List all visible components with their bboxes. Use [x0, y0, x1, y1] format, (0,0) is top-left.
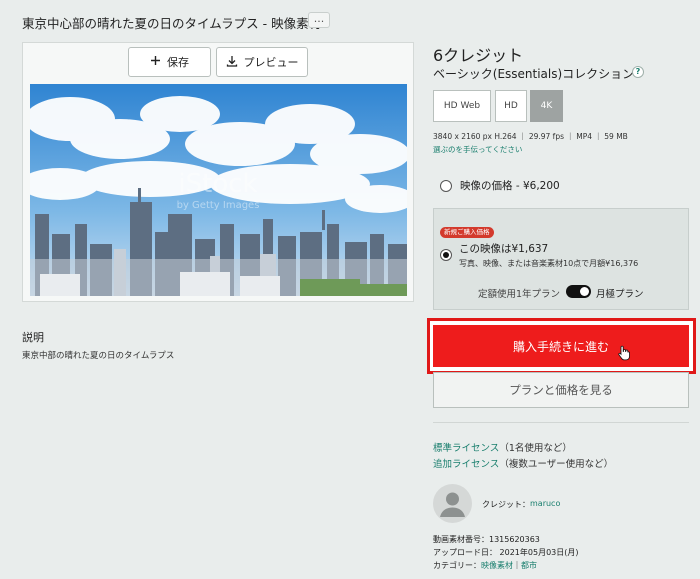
- preview-button[interactable]: プレビュー: [216, 47, 308, 77]
- standard-license-row: 標準ライセンス（1名使用など）: [433, 440, 572, 454]
- help-choose-link[interactable]: 選ぶのを手伝ってください: [433, 144, 522, 155]
- single-purchase-radio[interactable]: [440, 179, 452, 192]
- save-button[interactable]: 保存: [128, 47, 211, 77]
- download-icon: [226, 55, 238, 70]
- contributor-link[interactable]: maruco: [530, 499, 560, 508]
- help-icon[interactable]: ?: [632, 66, 644, 78]
- collection-name: ベーシック(Essentials)コレクション: [433, 67, 635, 81]
- upload-date: アップロード日： 2021年05月03日(月): [433, 548, 579, 557]
- plus-icon: [150, 55, 161, 69]
- category-link-video[interactable]: 映像素材: [481, 561, 513, 570]
- watermark-sub: by Getty Images: [177, 200, 260, 211]
- extended-license-desc: （複数ユーザー使用など）: [499, 459, 614, 470]
- divider: [433, 422, 689, 423]
- plan-price: この映像は¥1,637: [459, 243, 549, 255]
- category-separator: ｜: [513, 561, 521, 570]
- annual-plan-label: 定額使用1年プラン: [478, 289, 561, 300]
- single-purchase-option[interactable]: 映像の価格 - ¥6,200: [440, 178, 560, 193]
- video-thumbnail[interactable]: iStock by Getty Images: [30, 84, 407, 296]
- plan-toggle[interactable]: [566, 285, 591, 298]
- file-specs: 3840 x 2160 px H.264 ｜ 29.97 fps ｜ MP4 ｜…: [433, 132, 628, 141]
- resolution-hd-web[interactable]: HD Web: [433, 90, 491, 122]
- extended-license-link[interactable]: 追加ライセンス: [433, 459, 499, 470]
- contributor-label: クレジット：: [482, 500, 530, 509]
- preview-label: プレビュー: [243, 56, 299, 69]
- resolution-hd[interactable]: HD: [495, 90, 527, 122]
- single-purchase-label: 映像の価格 - ¥6,200: [460, 180, 560, 192]
- plan-detail: 写真、映像、または音楽素材10点で月額¥16,376: [459, 259, 639, 268]
- avatar[interactable]: [433, 484, 472, 523]
- view-plans-button[interactable]: プランと価格を見る: [433, 372, 689, 408]
- plan-purchase-radio[interactable]: [440, 249, 452, 261]
- new-customer-badge: 新規ご購入価格: [440, 227, 494, 238]
- checkout-button[interactable]: 購入手続きに進む: [433, 325, 689, 367]
- clip-id: 動画素材番号：1315620363: [433, 535, 540, 544]
- monthly-plan-label: 月極プラン: [596, 289, 644, 300]
- price-credits: 6クレジット: [433, 46, 524, 65]
- category-label: カテゴリー：: [433, 561, 481, 570]
- standard-license-desc: （1名使用など）: [499, 443, 572, 454]
- hand-cursor-icon: [618, 345, 630, 365]
- more-options-button[interactable]: ...: [308, 12, 330, 28]
- watermark-brand: iStock: [178, 169, 257, 199]
- category-row: カテゴリー：映像素材｜都市: [433, 560, 537, 571]
- save-label: 保存: [167, 56, 189, 69]
- category-link-city[interactable]: 都市: [521, 561, 537, 570]
- page-title: 東京中心部の晴れた夏の日のタイムラプス - 映像素材: [22, 16, 322, 31]
- standard-license-link[interactable]: 標準ライセンス: [433, 443, 499, 454]
- extended-license-row: 追加ライセンス（複数ユーザー使用など）: [433, 456, 613, 470]
- description-text: 東京中部の晴れた夏の日のタイムラプス: [22, 351, 175, 361]
- resolution-4k[interactable]: 4K: [530, 90, 563, 122]
- description-heading: 説明: [22, 331, 44, 344]
